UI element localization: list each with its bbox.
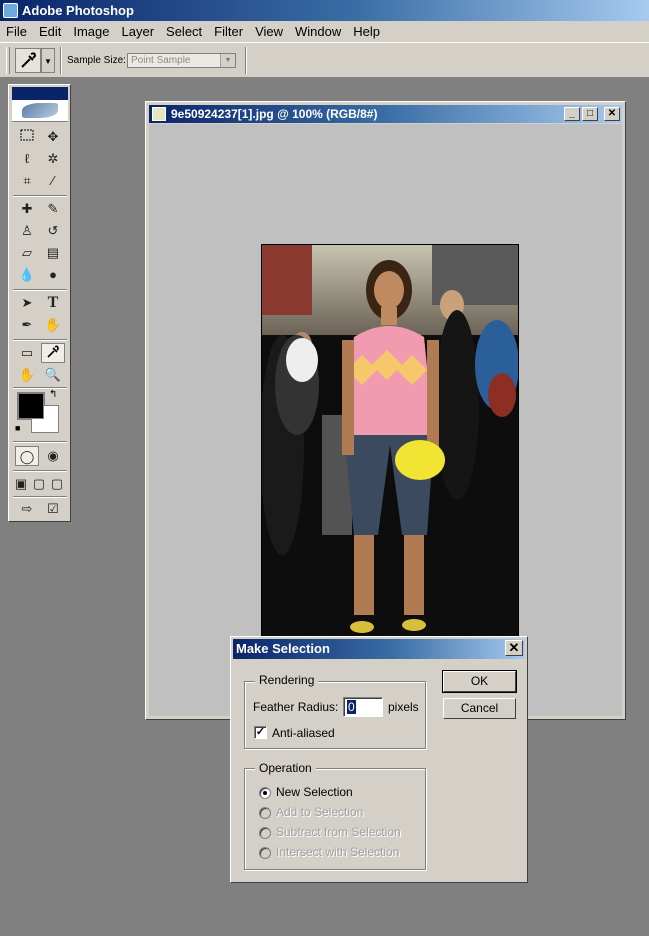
menu-edit[interactable]: Edit (33, 21, 67, 43)
menu-view[interactable]: View (249, 21, 289, 43)
new-selection-label[interactable]: New Selection (276, 785, 353, 799)
add-to-selection-label[interactable]: Add to Selection (276, 805, 363, 819)
options-separator (245, 47, 247, 74)
toolbox-divider (13, 387, 67, 389)
feather-radius-input[interactable]: 0 (343, 697, 383, 717)
type-tool-icon[interactable]: T (41, 293, 65, 313)
feather-unit-label: pixels (388, 700, 419, 714)
screen-mode-full-icon[interactable]: ▢ (48, 474, 66, 494)
tool-preset-picker[interactable] (15, 48, 41, 73)
menu-image[interactable]: Image (67, 21, 115, 43)
screen-mode-standard-icon[interactable]: ▣ (12, 474, 30, 494)
operation-group-label: Operation (255, 761, 316, 775)
options-separator (60, 47, 62, 74)
document-title-bar[interactable]: 9e50924237[1].jpg @ 100% (RGB/8#) _ □ ✕ (149, 105, 622, 123)
toolbox-divider (13, 441, 67, 443)
standard-mode-icon[interactable]: ◯ (15, 446, 39, 466)
menu-window[interactable]: Window (289, 21, 347, 43)
dialog-title: Make Selection (236, 641, 330, 656)
anti-aliased-checkbox[interactable]: ✓ (254, 726, 267, 739)
cancel-button[interactable]: Cancel (443, 698, 516, 719)
options-bar-grip[interactable] (6, 47, 10, 74)
toolbox: ✥ ℓ ✲ ⌗ ⁄ ✚ ✎ ♙ ↺ ▱ ▤ 💧 ● ➤ T ✒ ✋ ▭ ✋ 🔍 … (8, 84, 71, 522)
jump-to-imageready-icon[interactable]: ⇨ (15, 499, 39, 519)
lasso-tool-icon[interactable]: ℓ (15, 149, 39, 169)
marquee-tool-icon[interactable] (15, 127, 39, 147)
menu-layer[interactable]: Layer (116, 21, 161, 43)
quick-mask-mode-icon[interactable]: ◉ (41, 446, 65, 466)
healing-brush-tool-icon[interactable]: ✚ (15, 199, 39, 219)
sample-size-value: Point Sample (131, 55, 191, 66)
pen-tool-icon[interactable]: ✒ (15, 315, 39, 335)
close-button[interactable]: ✕ (604, 107, 620, 121)
document-title: 9e50924237[1].jpg @ 100% (RGB/8#) (171, 107, 378, 121)
default-colors-icon[interactable]: ■ (15, 423, 20, 433)
toolbox-divider (13, 339, 67, 341)
maximize-button[interactable]: □ (582, 107, 598, 121)
toolbox-divider (13, 496, 67, 498)
document-window: 9e50924237[1].jpg @ 100% (RGB/8#) _ □ ✕ (145, 101, 626, 720)
path-selection-tool-icon[interactable]: ➤ (15, 293, 39, 313)
app-title: Adobe Photoshop (22, 3, 134, 18)
slice-tool-icon[interactable]: ⁄ (41, 171, 65, 191)
intersect-with-selection-radio[interactable] (259, 847, 271, 859)
move-tool-icon[interactable]: ✥ (41, 127, 65, 147)
blur-tool-icon[interactable]: 💧 (15, 265, 39, 285)
menu-select[interactable]: Select (160, 21, 208, 43)
add-to-selection-radio[interactable] (259, 807, 271, 819)
feather-radius-value: 0 (347, 700, 356, 714)
eyedropper-tool-icon[interactable] (41, 343, 65, 363)
new-selection-radio[interactable] (259, 787, 271, 799)
photo-image (262, 245, 518, 644)
menu-help[interactable]: Help (347, 21, 386, 43)
custom-shape-tool-icon[interactable]: ✋ (41, 315, 65, 335)
options-bar: ▼ Sample Size: Point Sample ▼ (0, 43, 649, 78)
menu-file[interactable]: File (0, 21, 33, 43)
screen-mode-menubar-icon[interactable]: ▢ (30, 474, 48, 494)
photoshop-logo[interactable] (12, 100, 68, 122)
photoshop-icon (3, 3, 18, 18)
chevron-down-icon[interactable]: ▼ (220, 54, 235, 67)
toolbox-divider (13, 289, 67, 291)
history-brush-tool-icon[interactable]: ↺ (41, 221, 65, 241)
sample-size-label: Sample Size: (67, 55, 126, 66)
subtract-from-selection-radio[interactable] (259, 827, 271, 839)
brush-tool-icon[interactable]: ✎ (41, 199, 65, 219)
edit-in-imageready-icon[interactable]: ☑ (41, 499, 65, 519)
swap-colors-icon[interactable]: ↰ (49, 389, 57, 400)
eyedropper-icon (21, 52, 37, 68)
hand-tool-icon[interactable]: ✋ (15, 365, 39, 385)
dodge-tool-icon[interactable]: ● (41, 265, 65, 285)
rendering-group-label: Rendering (255, 673, 319, 687)
anti-aliased-label[interactable]: Anti-aliased (272, 726, 335, 740)
intersect-with-selection-label[interactable]: Intersect with Selection (276, 845, 399, 859)
feather-icon (22, 103, 58, 118)
toolbox-divider (13, 470, 67, 472)
chevron-down-icon[interactable]: ▼ (41, 48, 55, 73)
dialog-close-button[interactable]: ✕ (505, 640, 523, 656)
sample-size-select[interactable]: Point Sample ▼ (127, 53, 236, 68)
clone-stamp-tool-icon[interactable]: ♙ (15, 221, 39, 241)
photo-canvas[interactable] (261, 244, 519, 645)
menu-filter[interactable]: Filter (208, 21, 249, 43)
foreground-color-swatch-front[interactable] (18, 393, 44, 419)
subtract-from-selection-label[interactable]: Subtract from Selection (276, 825, 401, 839)
feather-radius-label: Feather Radius: (253, 700, 339, 714)
toolbox-title-bar[interactable] (12, 87, 68, 100)
crop-tool-icon[interactable]: ⌗ (15, 171, 39, 191)
make-selection-dialog: Make Selection ✕ Rendering Feather Radiu… (230, 636, 528, 883)
dialog-title-bar[interactable]: Make Selection (233, 639, 525, 659)
gradient-tool-icon[interactable]: ▤ (41, 243, 65, 263)
document-icon (152, 107, 166, 121)
toolbox-divider (13, 195, 67, 197)
minimize-button[interactable]: _ (564, 107, 580, 121)
ok-button[interactable]: OK (442, 670, 517, 693)
zoom-tool-icon[interactable]: 🔍 (41, 365, 65, 385)
document-canvas-area[interactable] (149, 124, 622, 716)
menu-bar: File Edit Image Layer Select Filter View Window… (0, 21, 649, 43)
magic-wand-tool-icon[interactable]: ✲ (41, 149, 65, 169)
notes-tool-icon[interactable]: ▭ (15, 343, 39, 363)
app-title-bar: Adobe Photoshop (0, 0, 649, 21)
eraser-tool-icon[interactable]: ▱ (15, 243, 39, 263)
